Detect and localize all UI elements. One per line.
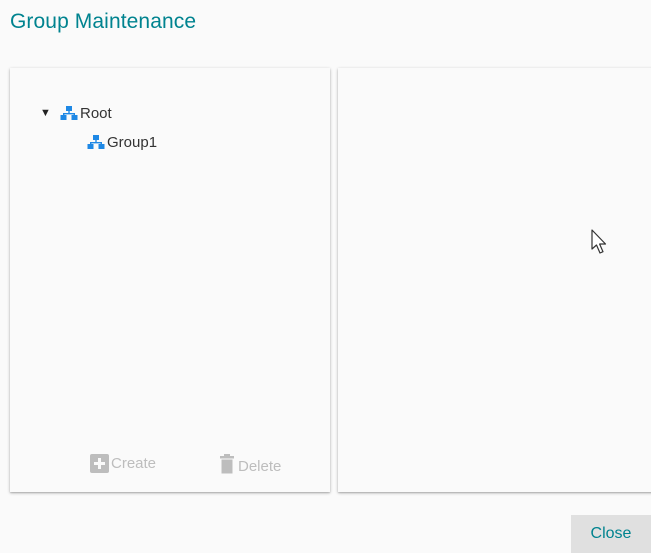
tree-node-group1[interactable]: Group1	[87, 132, 157, 152]
tree-node-label: Root	[80, 104, 112, 122]
create-label: Create	[111, 455, 157, 472]
delete-button[interactable]: Delete	[220, 454, 281, 478]
group-tree-panel: ▼ Root Group1 Create Delete	[10, 68, 330, 492]
trash-icon	[220, 454, 234, 478]
create-button[interactable]: Create	[90, 454, 156, 473]
network-group-icon	[87, 134, 105, 150]
dialog-title: Group Maintenance	[10, 10, 197, 33]
tree-actions: Create Delete	[10, 454, 330, 478]
mouse-pointer-icon	[591, 229, 609, 262]
plus-box-icon	[90, 454, 109, 473]
tree-node-label: Group1	[107, 133, 158, 151]
close-button[interactable]: Close	[571, 515, 651, 553]
group-detail-panel	[338, 68, 651, 492]
tree-node-root[interactable]: ▼ Root	[40, 103, 112, 123]
delete-label: Delete	[238, 457, 282, 475]
expand-toggle-icon[interactable]: ▼	[40, 107, 60, 119]
network-group-icon	[60, 105, 78, 121]
